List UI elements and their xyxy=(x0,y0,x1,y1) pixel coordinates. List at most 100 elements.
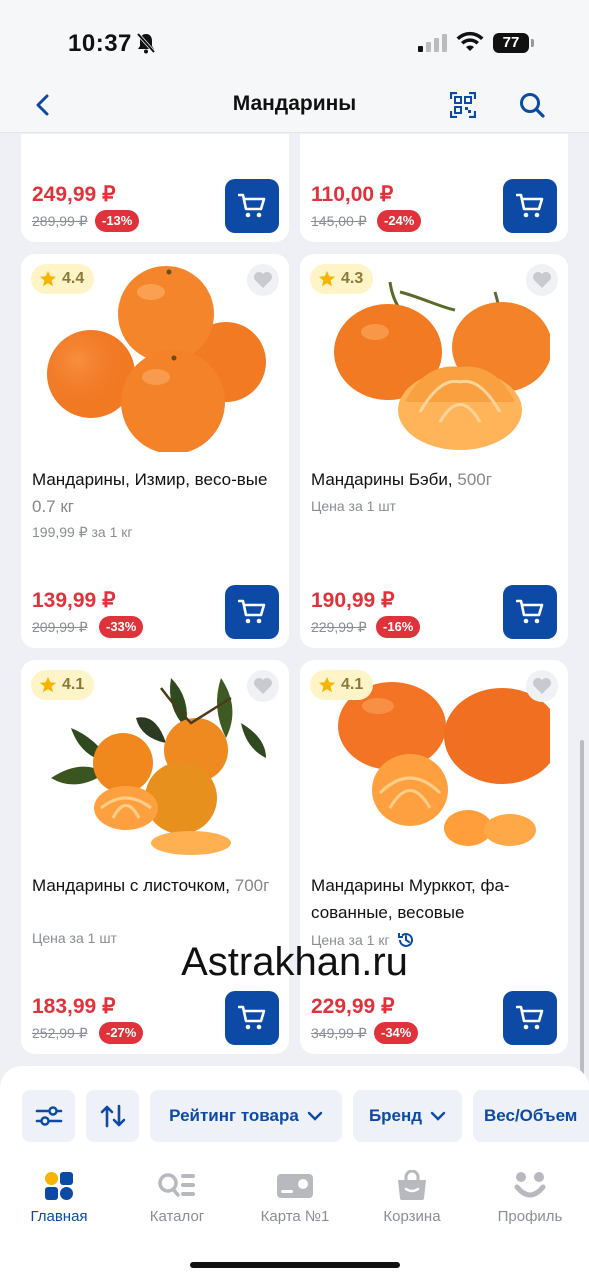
unit-price: 199,99 ₽ за 1 кг xyxy=(32,524,133,541)
product-old-price: 145,00 ₽ xyxy=(311,213,367,229)
product-price: 190,99 ₽ xyxy=(311,589,395,612)
scrollbar[interactable] xyxy=(580,740,584,1080)
cart-icon xyxy=(238,599,266,624)
rating-badge: 4.4 xyxy=(31,264,95,294)
tab-home-label: Главная xyxy=(30,1208,88,1225)
chevron-down-icon xyxy=(430,1111,446,1121)
filter-brand[interactable]: Бренд xyxy=(353,1090,462,1142)
tab-card-label: Карта №1 xyxy=(260,1208,330,1225)
bell-muted-icon xyxy=(136,32,156,54)
discount-badge: -13% xyxy=(95,210,140,232)
product-name: Мандарины с листочком, 700г xyxy=(32,872,277,899)
tab-basket-label: Корзина xyxy=(383,1208,441,1225)
product-price: 110,00 ₽ xyxy=(311,183,394,206)
filter-rating[interactable]: Рейтинг товара xyxy=(150,1090,342,1142)
rating-badge: 4.1 xyxy=(31,670,95,700)
heart-icon xyxy=(254,272,272,288)
filter-volume-label: Вес/Объем xyxy=(484,1106,578,1125)
add-to-cart-button[interactable] xyxy=(503,585,557,639)
sort-button[interactable] xyxy=(86,1090,139,1142)
discount-badge: -16% xyxy=(376,616,421,638)
sliders-icon xyxy=(35,1106,62,1126)
star-icon xyxy=(318,676,336,693)
product-weight: 700г xyxy=(234,876,270,895)
tab-profile[interactable]: Профиль xyxy=(475,1170,585,1225)
signal-icon xyxy=(418,34,447,52)
favorite-button[interactable] xyxy=(247,264,279,296)
status-bar: 10:37 77 xyxy=(0,0,589,80)
basket-icon xyxy=(398,1170,426,1200)
star-icon xyxy=(39,676,57,693)
product-weight: 0.7 кг xyxy=(32,497,74,516)
product-price: 183,99 ₽ xyxy=(32,995,116,1018)
tab-catalog-label: Каталог xyxy=(149,1208,205,1225)
profile-icon xyxy=(514,1172,546,1198)
product-card[interactable]: 4.3 Мандарины Бэби, 500г Цена за 1 шт 19… xyxy=(300,254,568,648)
product-price: 139,99 ₽ xyxy=(32,589,116,612)
discount-badge: -33% xyxy=(99,616,144,638)
product-old-price: 229,99 ₽ xyxy=(311,619,367,635)
add-to-cart-button[interactable] xyxy=(225,179,279,233)
wifi-icon xyxy=(456,31,484,51)
bottom-panel: Рейтинг товара Бренд Вес/Объем Главная К… xyxy=(0,1066,589,1280)
product-card[interactable]: 4.4 Мандарины, Измир, весо-вые 0.7 кг 19… xyxy=(21,254,289,648)
tab-home[interactable]: Главная xyxy=(4,1170,114,1225)
qr-scan-icon[interactable] xyxy=(450,92,476,118)
page-title: Мандарины xyxy=(232,92,357,115)
product-title: Мандарины с листочком, xyxy=(32,876,231,895)
product-title: Мандарины Бэби, xyxy=(311,470,453,489)
add-to-cart-button[interactable] xyxy=(503,179,557,233)
cart-icon xyxy=(516,599,544,624)
add-to-cart-button[interactable] xyxy=(225,991,279,1045)
card-icon xyxy=(277,1174,313,1198)
product-price: 249,99 ₽ xyxy=(32,183,116,206)
battery-tip xyxy=(531,39,534,47)
discount-badge: -34% xyxy=(374,1022,419,1044)
product-card[interactable]: 4.1 Мандарины с листочком, 700г Цена за … xyxy=(21,660,289,1054)
search-icon[interactable] xyxy=(518,91,546,119)
sort-arrows-icon xyxy=(100,1104,125,1128)
cart-icon xyxy=(516,1005,544,1030)
home-indicator xyxy=(190,1262,400,1268)
tab-card[interactable]: Карта №1 xyxy=(240,1170,350,1225)
product-name: Мандарины Бэби, 500г xyxy=(311,466,556,493)
filter-volume[interactable]: Вес/Объем xyxy=(473,1090,589,1142)
favorite-button[interactable] xyxy=(526,264,558,296)
add-to-cart-button[interactable] xyxy=(503,991,557,1045)
cart-icon xyxy=(516,193,544,218)
product-card[interactable]: 4.1 Мандарины Мурккот, фа-сованные, весо… xyxy=(300,660,568,1054)
product-old-price: 209,99 ₽ xyxy=(32,619,88,635)
rating-value: 4.3 xyxy=(341,270,364,287)
product-old-price: 289,99 ₽ xyxy=(32,213,88,229)
favorite-button[interactable] xyxy=(526,670,558,702)
tab-catalog[interactable]: Каталог xyxy=(122,1170,232,1225)
rating-badge: 4.3 xyxy=(310,264,374,294)
product-card[interactable]: 249,99 ₽ 289,99 ₽ -13% xyxy=(21,134,289,242)
watermark: Astrakhan.ru xyxy=(181,940,408,984)
product-weight: 500г xyxy=(457,470,492,489)
rating-value: 4.1 xyxy=(62,676,85,693)
product-old-price: 349,99 ₽ xyxy=(311,1025,367,1041)
heart-icon xyxy=(533,272,551,288)
favorite-button[interactable] xyxy=(247,670,279,702)
status-time: 10:37 xyxy=(68,30,132,57)
cart-icon xyxy=(238,1005,266,1030)
tab-basket[interactable]: Корзина xyxy=(357,1170,467,1225)
home-icon xyxy=(45,1172,73,1200)
tab-profile-label: Профиль xyxy=(497,1208,563,1225)
product-old-price: 252,99 ₽ xyxy=(32,1025,88,1041)
product-card[interactable]: 110,00 ₽ 145,00 ₽ -24% xyxy=(300,134,568,242)
battery-indicator: 77 xyxy=(493,33,529,53)
filter-rating-label: Рейтинг товара xyxy=(169,1106,299,1125)
product-title: Мандарины, Измир, весо-вые xyxy=(32,470,268,489)
product-price: 229,99 ₽ xyxy=(311,995,395,1018)
filters-button[interactable] xyxy=(22,1090,75,1142)
add-to-cart-button[interactable] xyxy=(225,585,279,639)
star-icon xyxy=(318,270,336,287)
top-navigation: Мандарины xyxy=(0,80,589,133)
heart-icon xyxy=(254,678,272,694)
unit-price-text: 199,99 ₽ за 1 кг xyxy=(32,524,133,540)
cart-icon xyxy=(238,193,266,218)
filter-brand-label: Бренд xyxy=(368,1106,423,1125)
discount-badge: -27% xyxy=(99,1022,144,1044)
